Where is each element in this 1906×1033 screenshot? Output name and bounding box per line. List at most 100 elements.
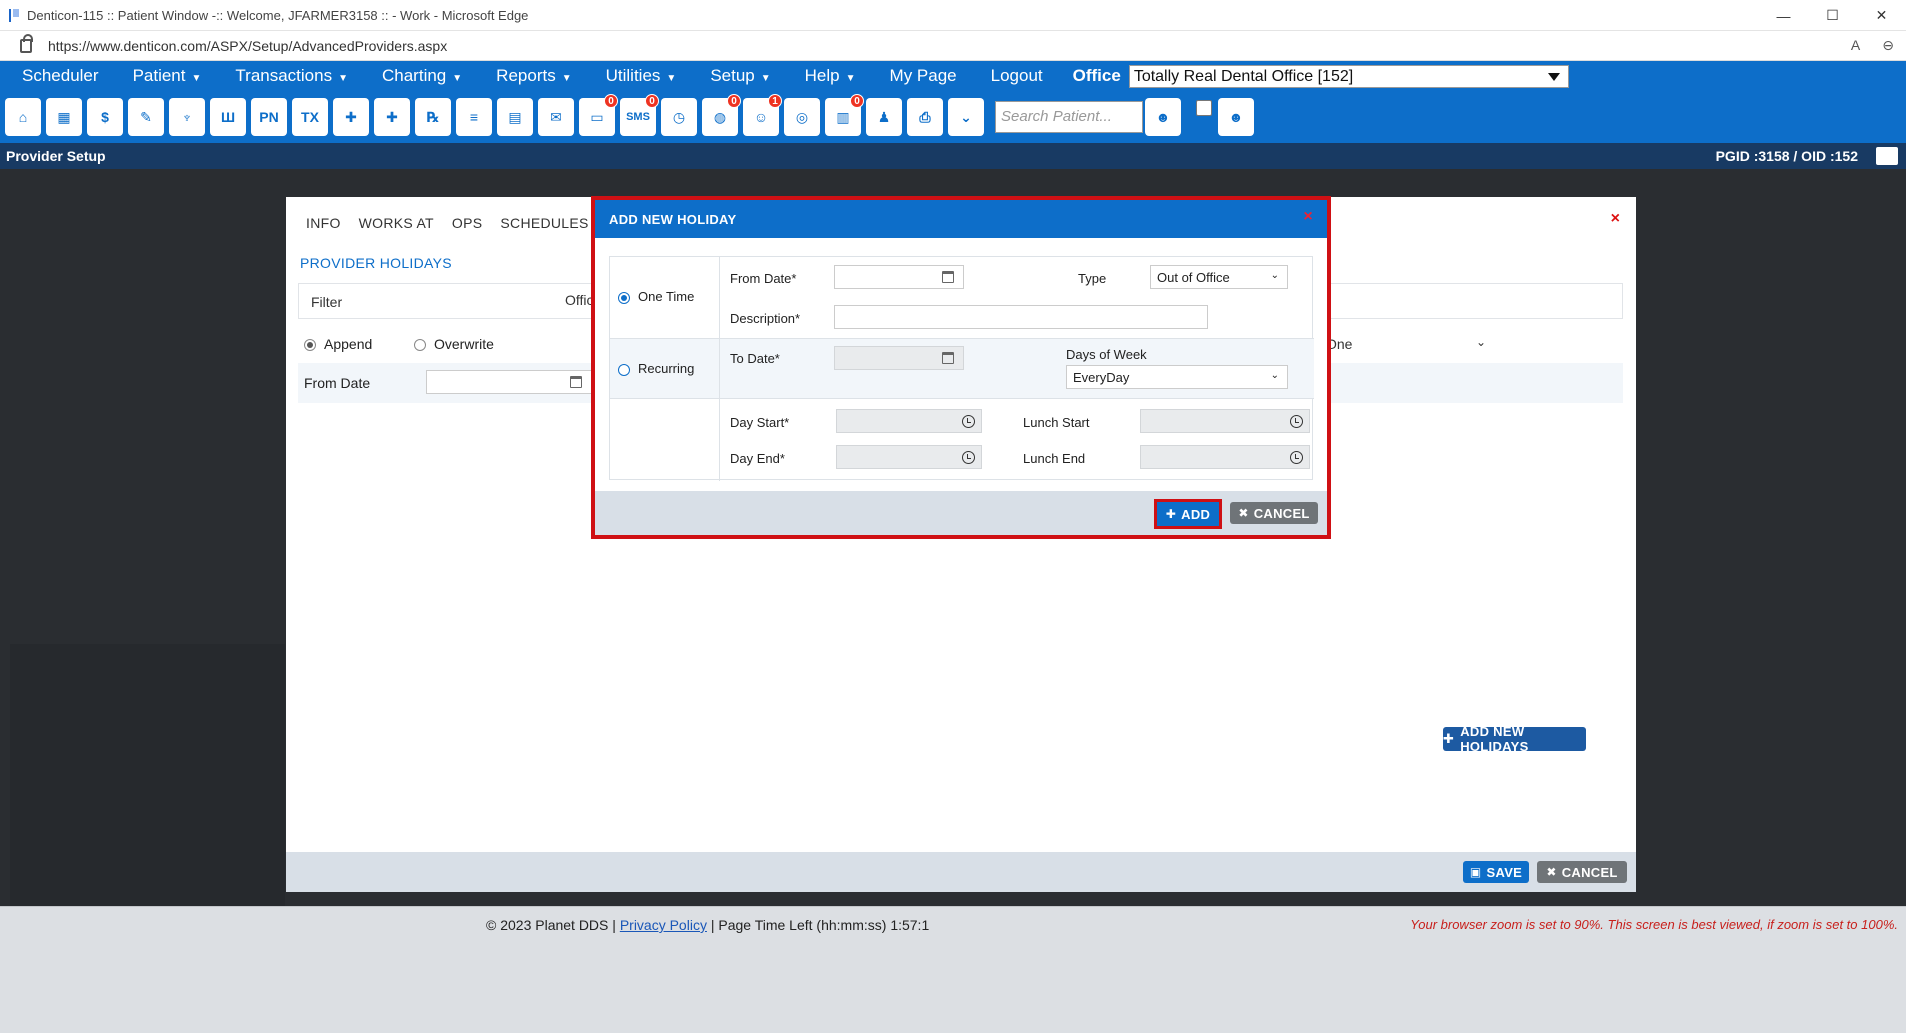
from-date-label: From Date bbox=[304, 375, 371, 391]
notification-badge: 0 bbox=[850, 94, 864, 108]
save-button[interactable]: ▣ SAVE bbox=[1463, 861, 1529, 883]
x-icon: ✖ bbox=[1238, 506, 1249, 520]
tab-works-at[interactable]: WORKS AT bbox=[359, 215, 434, 231]
privacy-policy-link[interactable]: Privacy Policy bbox=[620, 917, 707, 933]
edit-icon[interactable]: ✎ bbox=[128, 98, 164, 136]
plus-icon: ✚ bbox=[1165, 507, 1177, 521]
support-icon[interactable]: ☺ 1 bbox=[743, 94, 782, 136]
plus-icon: ✚ bbox=[1443, 731, 1455, 746]
tx-icon[interactable]: TX bbox=[292, 98, 328, 136]
calendar-icon[interactable] bbox=[570, 376, 582, 388]
sms-icon[interactable]: SMS 0 bbox=[620, 94, 659, 136]
clock-icon[interactable] bbox=[1290, 451, 1303, 464]
menu-charting[interactable]: Charting ▼ bbox=[382, 66, 462, 86]
calendar-icon[interactable] bbox=[942, 271, 954, 283]
caret-down-icon: ▼ bbox=[452, 73, 463, 84]
print-icon[interactable]: ⎙ bbox=[907, 98, 943, 136]
menu-setup[interactable]: Setup ▼ bbox=[710, 66, 770, 86]
menu-scheduler[interactable]: Scheduler bbox=[22, 66, 99, 86]
address-bar: https://www.denticon.com/ASPX/Setup/Adva… bbox=[0, 31, 1906, 61]
forms-icon[interactable]: ▥ 0 bbox=[825, 94, 864, 136]
rx-icon[interactable]: ℞ bbox=[415, 98, 451, 136]
group-icon[interactable]: ♟ bbox=[866, 98, 902, 136]
to-date-input[interactable] bbox=[834, 346, 964, 370]
main-menu: Scheduler Patient ▼ Transactions ▼ Chartin… bbox=[0, 61, 1906, 91]
mail-icon[interactable]: ✉ bbox=[538, 98, 574, 136]
zoom-icon[interactable]: ⊖ bbox=[1882, 37, 1894, 54]
clock-icon[interactable]: ◷ bbox=[661, 98, 697, 136]
menu-transactions[interactable]: Transactions ▼ bbox=[235, 66, 348, 86]
day-end-label: Day End* bbox=[730, 451, 785, 466]
office-select[interactable]: Totally Real Dental Office [152] bbox=[1128, 64, 1569, 88]
search-checkbox[interactable] bbox=[1196, 100, 1212, 116]
url-field[interactable]: https://www.denticon.com/ASPX/Setup/Adva… bbox=[48, 38, 447, 54]
day-start-input[interactable] bbox=[836, 409, 982, 433]
collapse-icon[interactable]: ⌄ bbox=[948, 98, 984, 136]
chevron-down-icon[interactable]: ⌄ bbox=[1476, 335, 1486, 349]
messages-icon[interactable]: ▭ 0 bbox=[579, 94, 618, 136]
days-of-week-select[interactable]: EveryDay ⌄ bbox=[1066, 365, 1288, 389]
append-radio[interactable] bbox=[304, 339, 316, 352]
calendar-icon[interactable]: ▦ bbox=[46, 98, 82, 136]
overwrite-radio[interactable] bbox=[414, 339, 426, 352]
tab-info[interactable]: INFO bbox=[306, 215, 341, 231]
teeth-chart-icon[interactable]: Ш bbox=[210, 98, 246, 136]
person-search-icon[interactable]: ☻ bbox=[1145, 98, 1181, 136]
modal-cancel-button[interactable]: ✖ CANCEL bbox=[1230, 502, 1318, 524]
minimize-icon[interactable]: — bbox=[1759, 0, 1808, 31]
tab-schedules[interactable]: SCHEDULES bbox=[500, 215, 588, 231]
holiday-from-date-input[interactable] bbox=[834, 265, 964, 289]
calendar-icon[interactable] bbox=[942, 352, 954, 364]
provider-tabs: INFO WORKS AT OPS SCHEDULES bbox=[306, 215, 589, 231]
menu-help[interactable]: Help ▼ bbox=[805, 66, 856, 86]
globe-icon[interactable]: ◎ bbox=[784, 98, 820, 136]
read-aloud-icon[interactable]: A bbox=[1851, 37, 1860, 54]
window-controls: — ☐ ✕ bbox=[1759, 0, 1906, 31]
add-family-icon[interactable]: ✚ bbox=[374, 98, 410, 136]
from-date-input[interactable] bbox=[426, 370, 592, 394]
tab-ops[interactable]: OPS bbox=[452, 215, 482, 231]
add-button[interactable]: ✚ ADD bbox=[1157, 502, 1219, 526]
clock-icon[interactable] bbox=[962, 415, 975, 428]
chevron-down-icon: ⌄ bbox=[1270, 270, 1279, 281]
description-input[interactable] bbox=[834, 305, 1208, 329]
append-option[interactable]: Append bbox=[304, 336, 372, 352]
tooth-icon[interactable]: ♆ bbox=[169, 98, 205, 136]
home-icon[interactable]: ⌂ bbox=[5, 98, 41, 136]
menu-utilities[interactable]: Utilities ▼ bbox=[606, 66, 677, 86]
printer-icon[interactable] bbox=[1876, 147, 1898, 165]
close-modal-icon[interactable]: × bbox=[1303, 208, 1313, 226]
lunch-start-input[interactable] bbox=[1140, 409, 1310, 433]
clock-icon[interactable] bbox=[962, 451, 975, 464]
clock-icon[interactable] bbox=[1290, 415, 1303, 428]
x-icon: ✖ bbox=[1546, 865, 1557, 879]
close-window-icon[interactable]: ✕ bbox=[1857, 0, 1906, 31]
patient-search-input[interactable]: Search Patient... bbox=[995, 101, 1143, 133]
overwrite-option[interactable]: Overwrite bbox=[414, 336, 494, 352]
lunch-end-input[interactable] bbox=[1140, 445, 1310, 469]
dollar-icon[interactable]: $ bbox=[87, 98, 123, 136]
menu-patient[interactable]: Patient ▼ bbox=[133, 66, 202, 86]
page-time-left: | Page Time Left (hh:mm:ss) 1:57:1 bbox=[706, 917, 930, 933]
menu-logout[interactable]: Logout bbox=[991, 66, 1043, 86]
add-new-holidays-button[interactable]: ✚ ADD NEW HOLIDAYS bbox=[1443, 724, 1586, 754]
add-patient-icon[interactable]: ✚ bbox=[333, 98, 369, 136]
maximize-icon[interactable]: ☐ bbox=[1808, 0, 1857, 31]
caret-down-icon: ▼ bbox=[191, 73, 202, 84]
fax-icon[interactable]: ▤ bbox=[497, 98, 533, 136]
modal-title: ADD NEW HOLIDAY bbox=[609, 212, 737, 227]
cancel-button[interactable]: ✖ CANCEL bbox=[1537, 861, 1627, 883]
menu-reports[interactable]: Reports ▼ bbox=[496, 66, 571, 86]
menu-my-page[interactable]: My Page bbox=[890, 66, 957, 86]
description-label: Description* bbox=[730, 311, 801, 326]
notes-icon[interactable]: ≡ bbox=[456, 98, 492, 136]
add-button-highlight: ✚ ADD bbox=[1154, 499, 1222, 529]
close-icon[interactable]: × bbox=[1611, 210, 1620, 228]
type-select[interactable]: Out of Office ⌄ bbox=[1150, 265, 1288, 289]
modal-header: ADD NEW HOLIDAY × bbox=[595, 200, 1327, 238]
web-icon[interactable]: ◍ 0 bbox=[702, 94, 741, 136]
day-end-input[interactable] bbox=[836, 445, 982, 469]
pn-icon[interactable]: PN bbox=[251, 98, 287, 136]
lunch-end-label: Lunch End bbox=[1023, 451, 1086, 466]
group-search-icon[interactable]: ☻ bbox=[1218, 98, 1254, 136]
